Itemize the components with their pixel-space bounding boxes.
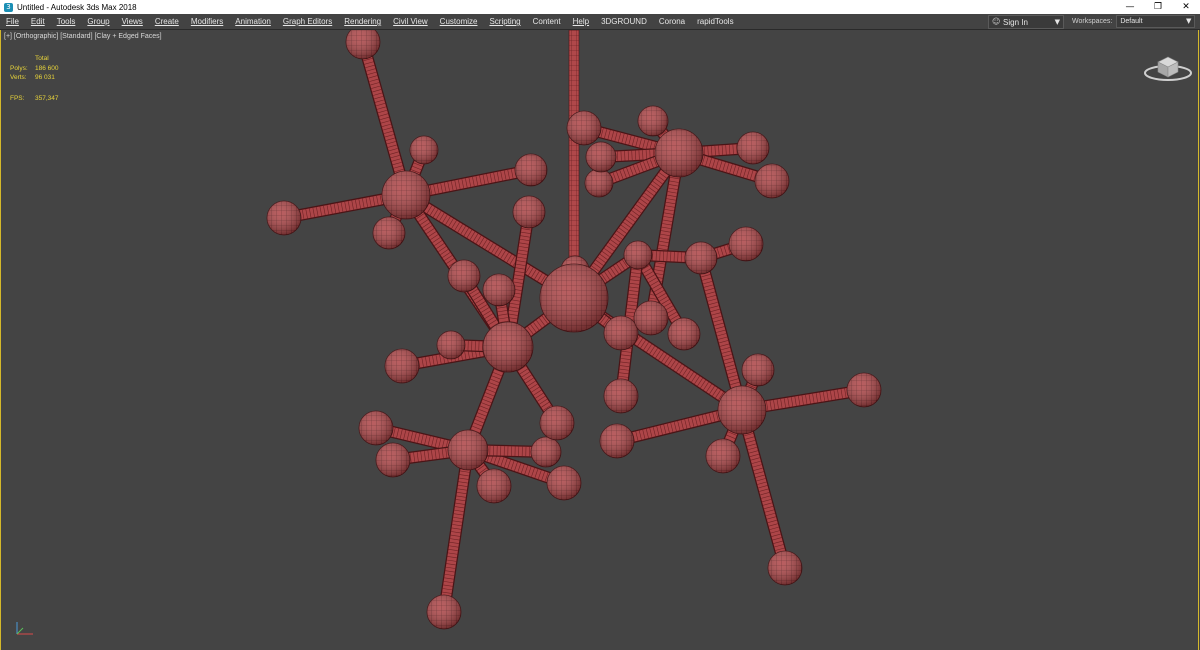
molecule-model[interactable] <box>1 30 1199 650</box>
menu-views[interactable]: Views <box>116 14 149 29</box>
atom-shading <box>729 227 763 261</box>
stats-header: Total <box>35 55 49 62</box>
menu-modifiers[interactable]: Modifiers <box>185 14 229 29</box>
atom-shading <box>483 274 515 306</box>
workspaces-label: Workspaces: <box>1072 17 1113 25</box>
workspace-value: Default <box>1120 17 1143 25</box>
atom-shading <box>706 439 740 473</box>
viewport-statistics: Total Polys: 186 600 Verts: 96 031 FPS: 357… <box>10 54 59 103</box>
menu-scripting[interactable]: Scripting <box>483 14 526 29</box>
viewport-label[interactable]: [+] [Orthographic] [Standard] [Clay + Ed… <box>4 33 162 40</box>
menu-rapidtools[interactable]: rapidTools <box>691 14 739 29</box>
bond <box>737 405 790 573</box>
verts-value: 96 031 <box>35 74 55 81</box>
perspective-viewport[interactable]: [+] [Orthographic] [Standard] [Clay + Ed… <box>0 30 1199 650</box>
atom-shading <box>359 411 393 445</box>
axis-tripod-icon <box>16 622 33 635</box>
polys-label: Polys: <box>10 64 28 72</box>
3ds-max-logo-icon: 3 <box>4 2 13 12</box>
atom-shading <box>382 171 430 219</box>
atom-shading <box>448 430 488 470</box>
menu-edit[interactable]: Edit <box>25 14 51 29</box>
sign-in-dropdown[interactable]: ☺ Sign In ▼ <box>988 15 1064 29</box>
atom-shading <box>742 354 774 386</box>
menu-customize[interactable]: Customize <box>434 14 484 29</box>
atom-shading <box>448 260 480 292</box>
atom-shading <box>685 242 717 274</box>
atom-shading <box>755 164 789 198</box>
atom-shading <box>718 386 766 434</box>
menu-graph-editors[interactable]: Graph Editors <box>277 14 338 29</box>
atom-shading <box>540 406 574 440</box>
fps-label: FPS: <box>10 94 25 102</box>
atom-shading <box>624 241 652 269</box>
atom-shading <box>768 551 802 585</box>
atom-shading <box>600 424 634 458</box>
menu-create[interactable]: Create <box>149 14 185 29</box>
menu-content[interactable]: Content <box>527 14 567 29</box>
title-bar: 3 Untitled - Autodesk 3ds Max 2018 — ❐ ✕ <box>0 0 1200 14</box>
menu-group[interactable]: Group <box>81 14 115 29</box>
fps-value: 357,347 <box>35 94 59 102</box>
atom-shading <box>547 466 581 500</box>
atom-shading <box>847 373 881 407</box>
menu-civil-view[interactable]: Civil View <box>387 14 434 29</box>
atom-shading <box>437 331 465 359</box>
menu-3dground[interactable]: 3DGROUND <box>595 14 653 29</box>
atom-shading <box>410 136 438 164</box>
atom-shading <box>376 443 410 477</box>
restore-icon[interactable]: ❐ <box>1144 0 1172 14</box>
atom-shading <box>513 196 545 228</box>
menu-file[interactable]: File <box>0 14 25 29</box>
minimize-icon[interactable]: — <box>1116 0 1144 14</box>
user-icon: ☺ <box>992 17 1001 26</box>
atom-shading <box>567 111 601 145</box>
atom-group <box>266 30 882 630</box>
atom-shading <box>531 437 561 467</box>
atom-shading <box>638 106 668 136</box>
atom-shading <box>604 316 638 350</box>
atom-shading <box>477 469 511 503</box>
bond <box>439 445 473 617</box>
atom-shading <box>483 322 533 372</box>
atom-shading <box>385 349 419 383</box>
atom-shading <box>515 154 547 186</box>
viewcube-icon[interactable] <box>1144 50 1194 82</box>
menu-bar: File Edit Tools Group Views Create Modif… <box>0 14 1200 30</box>
atom-shading <box>373 217 405 249</box>
caret-down-icon: ▼ <box>1185 17 1192 25</box>
atom-shading <box>737 132 769 164</box>
sign-in-label: Sign In <box>1003 17 1028 27</box>
atom-shading <box>427 595 461 629</box>
close-icon[interactable]: ✕ <box>1172 0 1200 14</box>
atom-shading <box>586 142 616 172</box>
verts-label: Verts: <box>10 74 27 81</box>
atom-shading <box>668 318 700 350</box>
atom-shading <box>585 169 613 197</box>
atom-shading <box>634 301 668 335</box>
menu-rendering[interactable]: Rendering <box>338 14 387 29</box>
workspaces-selector: Workspaces: Default ▼ <box>1072 14 1196 28</box>
menu-tools[interactable]: Tools <box>51 14 82 29</box>
polys-value: 186 600 <box>35 64 59 72</box>
atom-shading <box>540 264 608 332</box>
caret-down-icon: ▼ <box>1054 18 1060 26</box>
menu-corona[interactable]: Corona <box>653 14 691 29</box>
menu-help[interactable]: Help <box>567 14 595 29</box>
atom-shading <box>267 201 301 235</box>
window-title: Untitled - Autodesk 3ds Max 2018 <box>17 2 137 12</box>
atom-shading <box>604 379 638 413</box>
atom-shading <box>655 129 703 177</box>
workspace-dropdown[interactable]: Default ▼ <box>1116 14 1196 28</box>
window-controls: — ❐ ✕ <box>1116 0 1200 14</box>
menu-animation[interactable]: Animation <box>229 14 277 29</box>
